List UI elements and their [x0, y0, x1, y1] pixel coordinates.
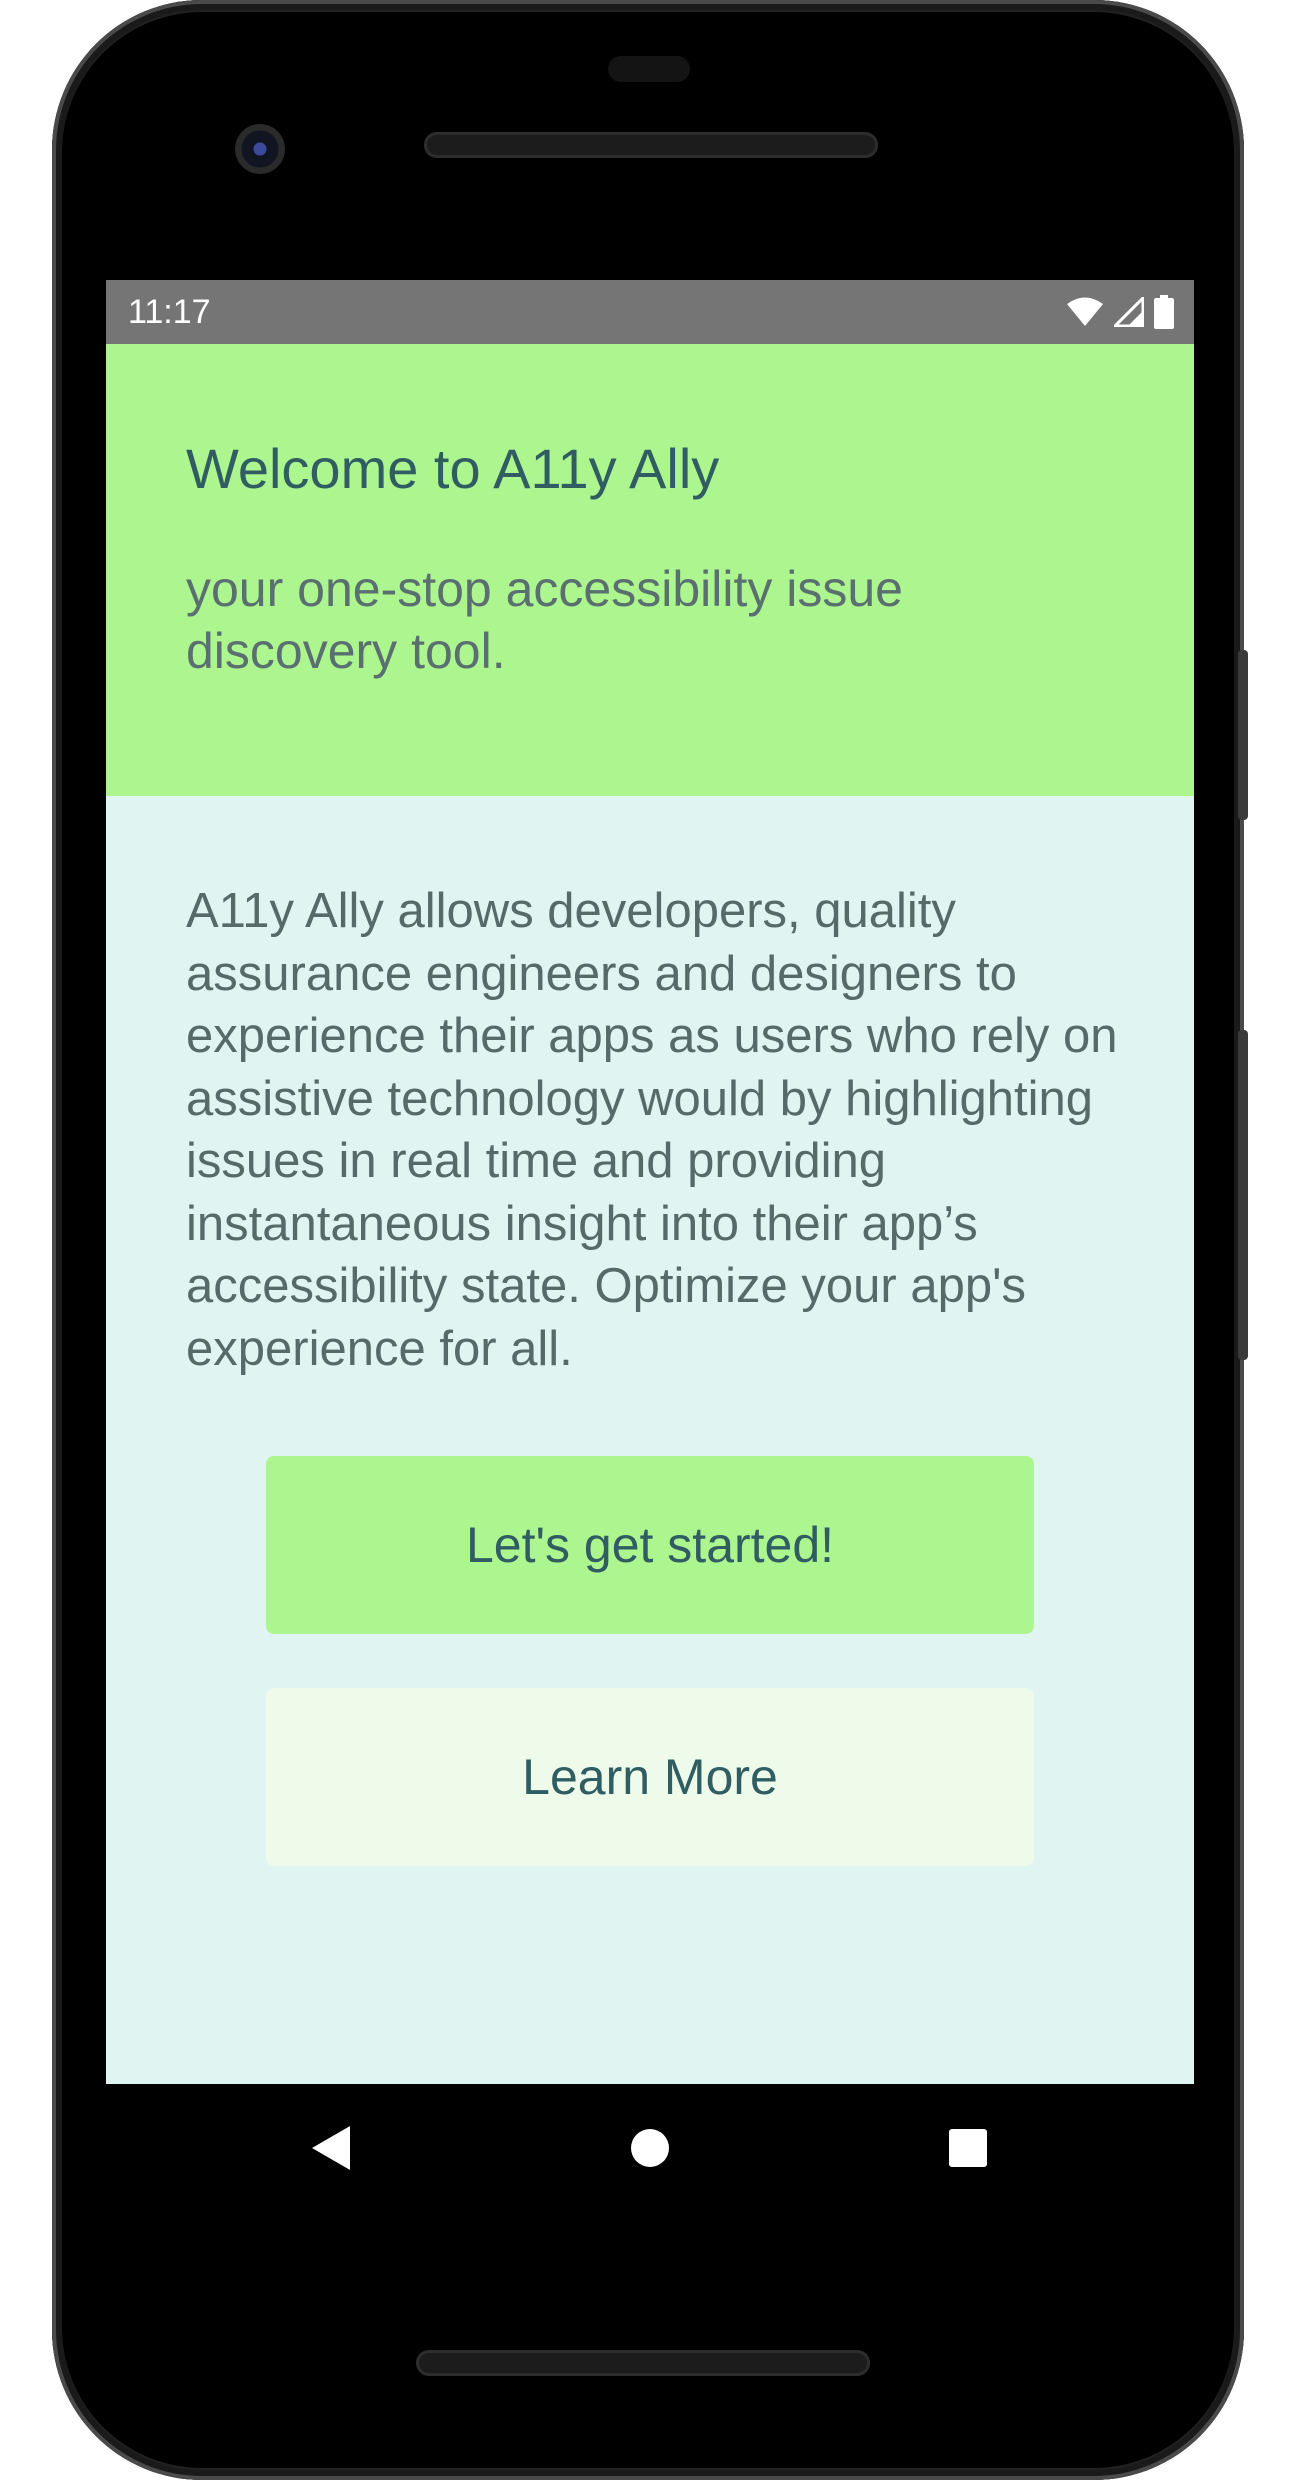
- home-icon[interactable]: [614, 2112, 686, 2184]
- app-description: A11y Ally allows developers, quality ass…: [186, 884, 1118, 1376]
- front-camera: [235, 124, 285, 174]
- sensor-notch: [608, 56, 690, 82]
- volume-button: [1238, 1030, 1248, 1360]
- status-time: 11:17: [128, 293, 211, 331]
- app-screen: 11:17 Welcome to A11y Ally your one-stop…: [106, 280, 1194, 2084]
- battery-icon: [1154, 295, 1174, 329]
- get-started-button[interactable]: Let's get started!: [266, 1456, 1034, 1634]
- signal-icon: [1114, 297, 1144, 327]
- recents-icon[interactable]: [932, 2112, 1004, 2184]
- learn-more-button[interactable]: Learn More: [266, 1688, 1034, 1866]
- welcome-title: Welcome to A11y Ally: [186, 437, 720, 500]
- status-icons: [1066, 292, 1174, 332]
- status-bar: 11:17: [106, 280, 1194, 344]
- welcome-subtitle: your one-stop accessibility issue discov…: [186, 561, 903, 679]
- welcome-header: Welcome to A11y Ally your one-stop acces…: [106, 344, 1194, 796]
- wifi-icon: [1066, 297, 1104, 327]
- bottom-speaker: [416, 2350, 870, 2376]
- navigation-bar: [106, 2084, 1194, 2214]
- power-button: [1238, 650, 1248, 820]
- earpiece-speaker: [424, 132, 878, 158]
- back-icon[interactable]: [296, 2112, 368, 2184]
